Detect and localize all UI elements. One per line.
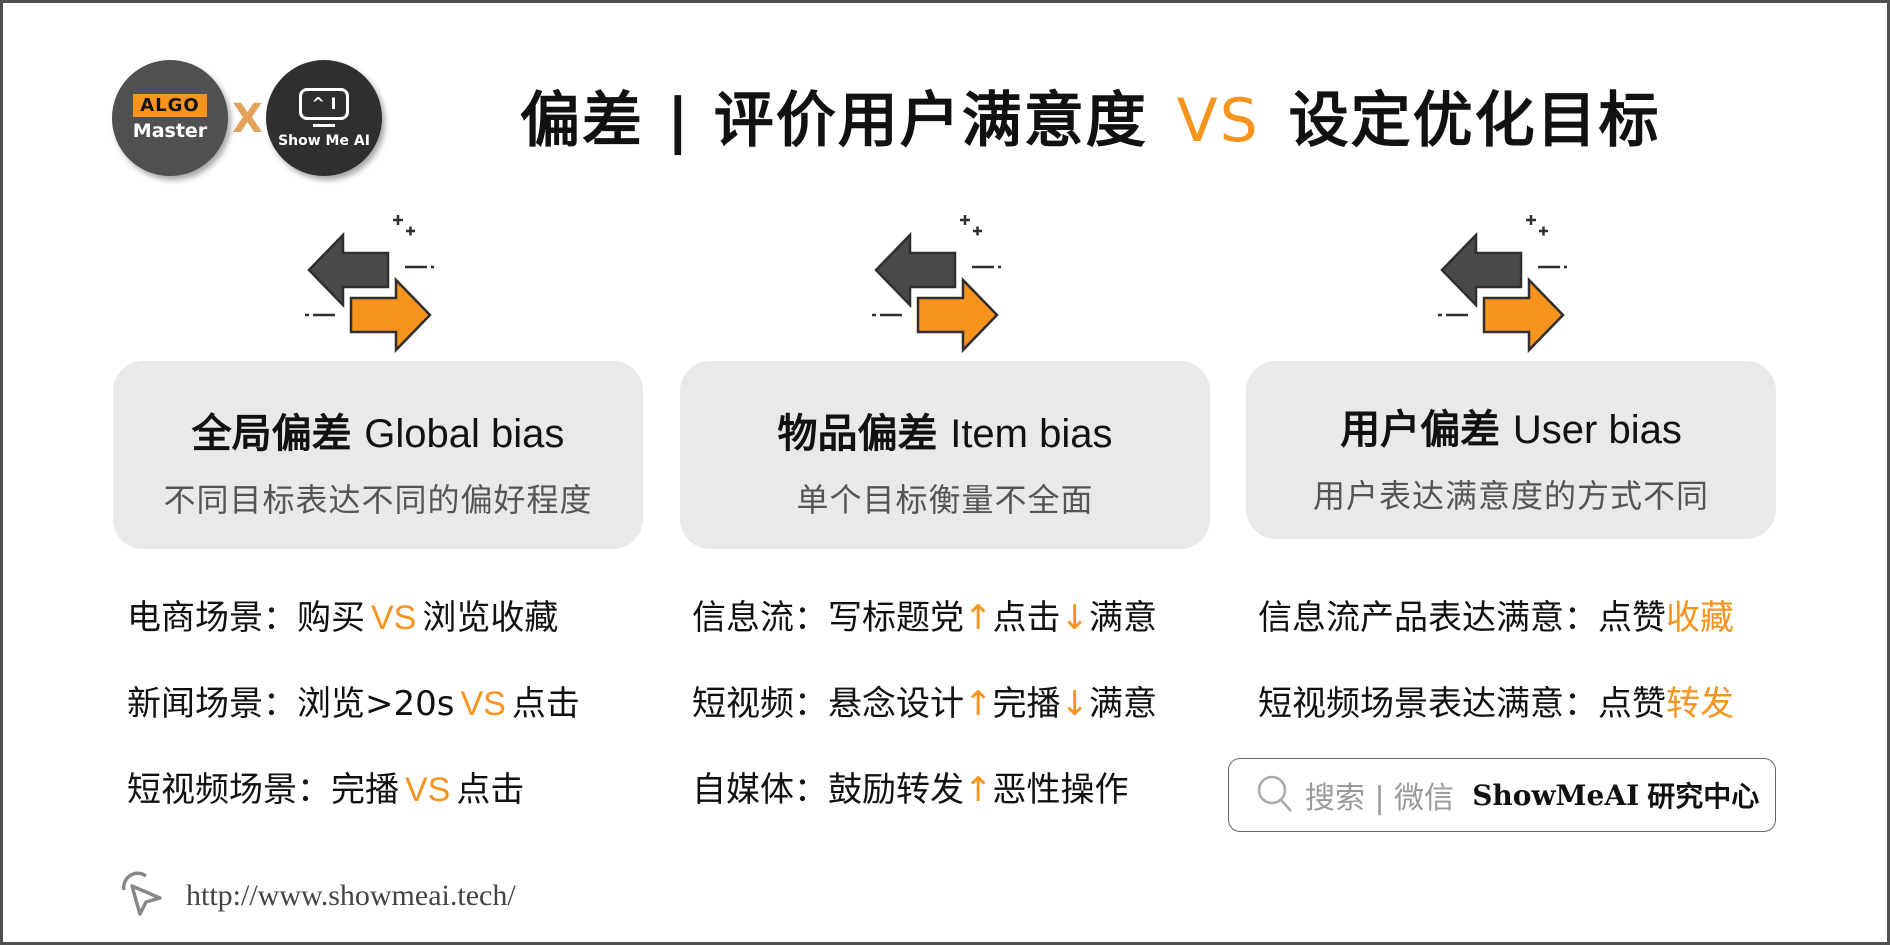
- card-title-zh: 用户偏差: [1340, 407, 1501, 453]
- showmeai-logo-text: Show Me AI: [278, 132, 370, 149]
- list-item: 短视频场景表达满意：点赞转发: [1258, 676, 1734, 762]
- card-subtitle: 不同目标表达不同的偏好程度: [163, 481, 593, 519]
- card-title-en: Global bias: [364, 412, 565, 456]
- cursor-click-icon: [118, 870, 166, 922]
- card-title: 物品偏差 Item bias: [680, 401, 1210, 459]
- card-title: 用户偏差 User bias: [1246, 397, 1776, 455]
- line-text: 新闻场景：浏览>20s: [127, 684, 455, 724]
- list-item: 短视频场景：完播 VS 点击: [127, 762, 580, 848]
- list-item: 电商场景：购买 VS 浏览收藏: [127, 590, 580, 676]
- website-link[interactable]: http://www.showmeai.tech/: [186, 879, 516, 913]
- title-vs: VS: [1176, 86, 1260, 156]
- line-text: 自媒体：鼓励转发: [692, 770, 964, 810]
- column-user-bias: 用户偏差 User bias 用户表达满意度的方式不同 信息流产品表达满意：点赞…: [1246, 205, 1776, 724]
- algo-tag: ALGO: [133, 94, 207, 117]
- card-subtitle: 单个目标衡量不全面: [796, 481, 1094, 519]
- arrow-up-icon: ↑: [964, 770, 993, 810]
- card-title-en: User bias: [1512, 408, 1682, 452]
- swap-arrows-icon: [293, 205, 443, 355]
- arrow-up-icon: ↑: [964, 684, 993, 724]
- logo-joiner: X: [232, 96, 263, 142]
- line-text: 电商场景：购买: [127, 598, 365, 638]
- example-list: 信息流：写标题党↑点击↓满意 短视频：悬念设计↑完播↓满意 自媒体：鼓励转发↑恶…: [692, 590, 1157, 848]
- line-text: 浏览收藏: [422, 598, 559, 638]
- list-item: 新闻场景：浏览>20s VS 点击: [127, 676, 580, 762]
- monitor-icon: ^ I: [299, 87, 349, 120]
- column-global-bias: 全局偏差 Global bias 不同目标表达不同的偏好程度 电商场景：购买 VS…: [113, 205, 643, 810]
- column-item-bias: 物品偏差 Item bias 单个目标衡量不全面 信息流：写标题党↑点击↓满意 …: [680, 205, 1210, 810]
- highlight-text: 收藏: [1666, 598, 1734, 638]
- card-user-bias: 用户偏差 User bias 用户表达满意度的方式不同: [1246, 361, 1776, 539]
- wechat-search-box[interactable]: 搜索 | 微信 ShowMeAI 研究中心: [1228, 758, 1776, 832]
- line-text: 点击: [456, 770, 525, 810]
- example-list: 信息流产品表达满意：点赞收藏 短视频场景表达满意：点赞转发: [1258, 590, 1734, 762]
- list-item: 短视频：悬念设计↑完播↓满意: [692, 676, 1157, 762]
- vs-label: VS: [460, 685, 506, 723]
- line-text: 短视频：悬念设计: [692, 684, 964, 724]
- monitor-stand: [313, 123, 335, 127]
- line-text: 短视频场景：完播: [127, 770, 399, 810]
- line-text: 点击: [511, 684, 580, 724]
- vs-label: VS: [371, 599, 417, 637]
- swap-arrows-icon: [860, 205, 1010, 355]
- line-text: 信息流产品表达满意：点赞: [1258, 598, 1666, 638]
- list-item: 自媒体：鼓励转发↑恶性操作: [692, 762, 1157, 848]
- list-item: 信息流产品表达满意：点赞收藏: [1258, 590, 1734, 676]
- arrow-up-icon: ↑: [964, 598, 993, 638]
- arrow-down-icon: ↓: [1060, 684, 1090, 724]
- algo-master-text: Master: [132, 120, 208, 142]
- footer: http://www.showmeai.tech/: [118, 870, 516, 922]
- line-text: 短视频场景表达满意：点赞: [1258, 684, 1666, 724]
- page-title: 偏差 | 评价用户满意度 VS 设定优化目标: [520, 72, 1661, 159]
- line-text: 满意: [1089, 598, 1157, 638]
- vs-label: VS: [405, 771, 451, 809]
- search-icon: [1255, 773, 1295, 817]
- arrow-down-icon: ↓: [1060, 598, 1090, 638]
- card-item-bias: 物品偏差 Item bias 单个目标衡量不全面: [680, 361, 1210, 549]
- search-brand-zh: 研究中心: [1647, 780, 1760, 813]
- line-text: 恶性操作: [992, 770, 1129, 810]
- title-left: 偏差 | 评价用户满意度: [520, 86, 1148, 156]
- search-brand: ShowMeAI: [1472, 778, 1640, 812]
- title-right: 设定优化目标: [1288, 86, 1661, 156]
- line-text: 点击: [992, 598, 1061, 638]
- line-text: 信息流：写标题党: [692, 598, 964, 638]
- card-subtitle: 用户表达满意度的方式不同: [1312, 477, 1709, 515]
- algo-master-logo: ALGO Master: [112, 60, 228, 176]
- swap-arrows-icon: [1426, 205, 1576, 355]
- card-title-en: Item bias: [950, 412, 1113, 456]
- highlight-text: 转发: [1666, 684, 1734, 724]
- line-text: 完播: [992, 684, 1061, 724]
- list-item: 信息流：写标题党↑点击↓满意: [692, 590, 1157, 676]
- showmeai-logo: ^ I Show Me AI: [266, 60, 382, 176]
- card-title-zh: 全局偏差: [191, 411, 352, 457]
- search-hint: 搜索 | 微信: [1305, 781, 1455, 816]
- line-text: 满意: [1089, 684, 1157, 724]
- card-title-zh: 物品偏差: [777, 411, 938, 457]
- example-list: 电商场景：购买 VS 浏览收藏 新闻场景：浏览>20s VS 点击 短视频场景：完播 VS…: [127, 590, 580, 848]
- card-title: 全局偏差 Global bias: [113, 401, 643, 459]
- card-global-bias: 全局偏差 Global bias 不同目标表达不同的偏好程度: [113, 361, 643, 549]
